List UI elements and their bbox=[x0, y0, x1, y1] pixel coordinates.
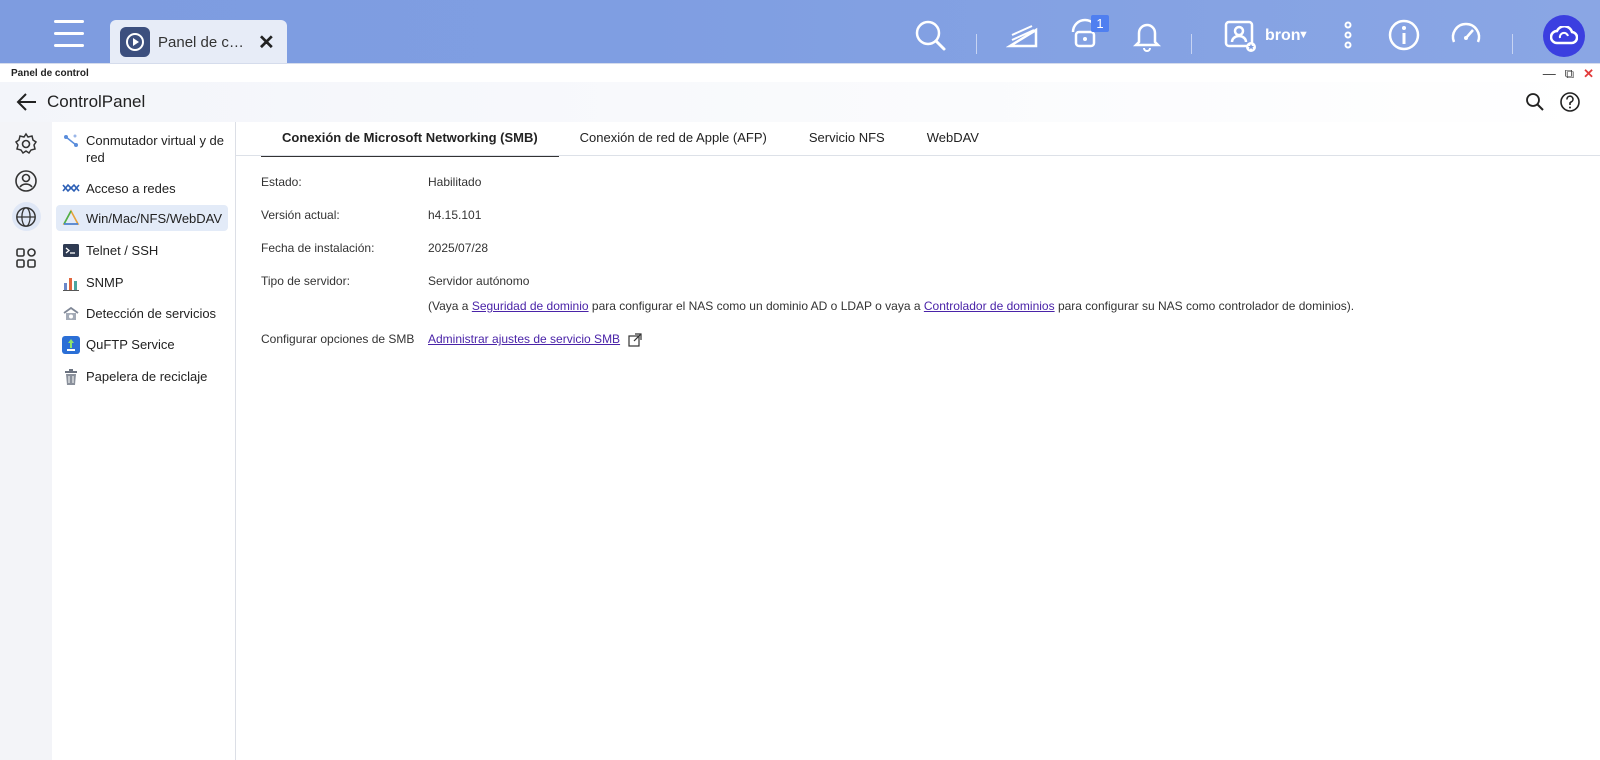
domain-security-link[interactable]: Seguridad de dominio bbox=[472, 299, 589, 313]
desktop-taskbar: Panel de control ✕ 1 bron ▼ bbox=[0, 0, 1600, 64]
network-access-icon bbox=[62, 183, 80, 193]
domain-note-text: para configurar el NAS como un dominio A… bbox=[588, 299, 924, 313]
tab-smb[interactable]: Conexión de Microsoft Networking (SMB) bbox=[261, 128, 559, 157]
install-date-value: 2025/07/28 bbox=[428, 241, 489, 255]
domain-controller-link[interactable]: Controlador de dominios bbox=[924, 299, 1055, 313]
minimize-icon[interactable]: — bbox=[1543, 66, 1556, 82]
globe-icon[interactable] bbox=[15, 206, 37, 228]
sidebar-item-recycle-bin[interactable]: Papelera de reciclaje bbox=[56, 368, 228, 386]
version-label: Versión actual: bbox=[261, 208, 340, 222]
app-tab-label: Panel de control bbox=[158, 33, 250, 51]
virtual-switch-icon bbox=[64, 134, 78, 147]
sidebar-item-label: SNMP bbox=[86, 275, 124, 290]
main-menu-icon[interactable] bbox=[54, 20, 84, 52]
chevron-down-icon[interactable]: ▼ bbox=[1298, 29, 1309, 41]
cloud-icon bbox=[1550, 26, 1578, 45]
bell-icon[interactable] bbox=[1130, 18, 1164, 52]
user-name[interactable]: bron bbox=[1265, 27, 1301, 45]
background-tasks-icon[interactable] bbox=[1006, 18, 1040, 52]
page-title: ControlPanel bbox=[47, 92, 146, 111]
quftp-icon bbox=[62, 336, 80, 354]
user-icon[interactable] bbox=[14, 169, 38, 193]
status-label: Estado: bbox=[261, 175, 302, 189]
tab-afp[interactable]: Conexión de red de Apple (AFP) bbox=[559, 128, 788, 156]
gear-icon[interactable] bbox=[14, 132, 38, 156]
category-rail bbox=[0, 122, 52, 760]
tab-webdav[interactable]: WebDAV bbox=[906, 128, 1000, 156]
control-panel-app-icon bbox=[120, 27, 150, 57]
smb-settings-link[interactable]: Administrar ajustes de servicio SMB bbox=[428, 332, 620, 346]
service-tabs: Conexión de Microsoft Networking (SMB) C… bbox=[261, 128, 1000, 157]
window-controls: — ⧉ ✕ bbox=[1543, 66, 1594, 82]
smb-settings-row: Administrar ajustes de servicio SMB bbox=[428, 332, 643, 347]
sidebar-item-label: Telnet / SSH bbox=[86, 243, 159, 258]
sidebar-item-win-mac-nfs-webdav[interactable]: Win/Mac/NFS/WebDAV bbox=[56, 205, 228, 231]
window-close-icon[interactable]: ✕ bbox=[1583, 66, 1594, 82]
sidebar-item-label: Conmutador virtual y de red bbox=[86, 133, 225, 165]
sidebar-item-label: QuFTP Service bbox=[86, 337, 175, 352]
myqnapcloud-button[interactable] bbox=[1543, 15, 1585, 57]
toolbar-separator bbox=[1512, 34, 1513, 54]
terminal-icon bbox=[63, 244, 79, 257]
domain-note-text: (Vaya a bbox=[428, 299, 472, 313]
external-link-icon[interactable] bbox=[628, 333, 643, 347]
sidebar-item-snmp[interactable]: SNMP bbox=[56, 274, 228, 292]
more-options-icon[interactable] bbox=[1331, 18, 1365, 52]
control-panel-window: Panel de control — ⧉ ✕ ControlPanel Conm… bbox=[0, 63, 1600, 760]
win-mac-nfs-icon bbox=[62, 209, 80, 225]
sidebar-item-service-discovery[interactable]: Detección de servicios bbox=[56, 305, 228, 323]
sidebar: Conmutador virtual y de red Acceso a red… bbox=[52, 122, 236, 760]
install-date-label: Fecha de instalación: bbox=[261, 241, 375, 255]
search-icon[interactable] bbox=[913, 18, 947, 52]
domain-note: (Vaya a Seguridad de dominio para config… bbox=[428, 299, 1354, 313]
smb-options-label: Configurar opciones de SMB bbox=[261, 332, 415, 346]
window-header: ControlPanel bbox=[0, 82, 1600, 122]
window-caption: Panel de control bbox=[11, 68, 89, 79]
search-icon[interactable] bbox=[1525, 92, 1545, 112]
app-tab-control-panel[interactable]: Panel de control ✕ bbox=[110, 20, 287, 64]
user-avatar-icon[interactable] bbox=[1223, 18, 1257, 52]
apps-icon[interactable] bbox=[14, 246, 38, 270]
toolbar-separator bbox=[1191, 34, 1192, 54]
tabs-divider bbox=[236, 155, 1600, 156]
help-icon[interactable] bbox=[1559, 91, 1581, 113]
sidebar-item-network-access[interactable]: Acceso a redes bbox=[56, 180, 228, 198]
trash-icon bbox=[65, 369, 77, 385]
server-type-label: Tipo de servidor: bbox=[261, 274, 350, 288]
resource-monitor-icon[interactable] bbox=[1449, 18, 1483, 52]
sidebar-item-label: Win/Mac/NFS/WebDAV bbox=[86, 210, 223, 226]
sidebar-item-label: Papelera de reciclaje bbox=[86, 369, 208, 384]
close-icon[interactable]: ✕ bbox=[258, 30, 275, 55]
sidebar-item-telnet-ssh[interactable]: Telnet / SSH bbox=[56, 242, 228, 260]
sidebar-item-label: Acceso a redes bbox=[86, 181, 176, 196]
sidebar-item-label: Detección de servicios bbox=[86, 306, 217, 321]
sidebar-item-virtual-switch[interactable]: Conmutador virtual y de red bbox=[56, 132, 228, 166]
service-discovery-icon bbox=[63, 306, 79, 320]
version-value: h4.15.101 bbox=[428, 208, 482, 222]
notification-count-badge: 1 bbox=[1091, 15, 1109, 32]
tab-nfs[interactable]: Servicio NFS bbox=[788, 128, 906, 156]
info-icon[interactable] bbox=[1387, 18, 1421, 52]
back-arrow-icon[interactable] bbox=[16, 92, 38, 112]
toolbar-separator bbox=[976, 34, 977, 54]
sidebar-item-quftp[interactable]: QuFTP Service bbox=[56, 336, 228, 354]
server-type-value: Servidor autónomo bbox=[428, 274, 530, 288]
status-value: Habilitado bbox=[428, 175, 482, 189]
snmp-icon bbox=[63, 278, 79, 291]
restore-icon[interactable]: ⧉ bbox=[1565, 66, 1574, 82]
domain-note-text: para configurar su NAS como controlador … bbox=[1054, 299, 1355, 313]
